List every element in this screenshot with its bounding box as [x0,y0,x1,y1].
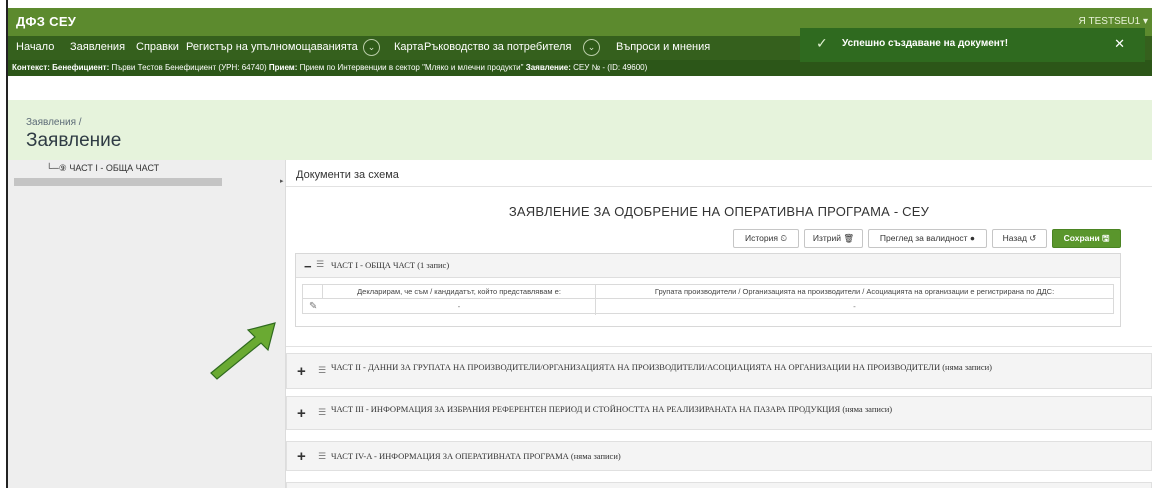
beneficiary-value: Първи Тестов Бенефициент (УРН: 64740) [111,63,267,72]
part-2-title: ЧАСТ II - ДАННИ ЗА ГРУПАТА НА ПРОИЗВОДИТ… [331,362,992,372]
user-guide-dropdown-icon[interactable]: ⌄ [583,39,600,56]
beneficiary-label: Бенефициент: [52,63,110,72]
context-label: Контекст: [12,63,50,72]
part-1-header[interactable]: − ☰ ЧАСТ I - ОБЩА ЧАСТ (1 запис) [296,254,1120,278]
part-1-title: ЧАСТ I - ОБЩА ЧАСТ (1 запис) [331,260,450,270]
table-header-edit [303,285,323,299]
header-gap [8,76,1152,100]
application-value: СЕУ № - (ID: 49600) [573,63,648,72]
nav-authorizations[interactable]: Регистър на упълномощаванията [186,41,358,53]
save-button[interactable]: Сохрани 🖫 [1052,229,1121,248]
history-button[interactable]: История ⏲ [733,229,799,248]
reception-label: Прием: [268,63,298,72]
breadcrumb[interactable]: Заявления / [26,117,82,128]
application-label: Заявление: [525,63,571,72]
nav-reports[interactable]: Справки [136,41,179,53]
close-icon[interactable]: ✕ [1114,36,1125,52]
context-bar: Контекст: Бенефициент: Първи Тестов Бене… [8,60,1152,76]
part-3-title: ЧАСТ III - ИНФОРМАЦИЯ ЗА ИЗБРАНИЯ РЕФЕРЕ… [331,404,893,414]
next-part-panel[interactable] [286,482,1152,488]
part-4a-title: ЧАСТ IV-A - ИНФОРМАЦИЯ ЗА ОПЕРАТИВНАТА П… [331,451,621,461]
part-1-table: Декларирам, че съм / кандидатът, който п… [302,284,1114,315]
table-cell-vat: - [853,302,856,311]
table-header-vat: Групата производители / Организацията на… [596,285,1113,299]
nav-map[interactable]: Карта [394,41,423,53]
toast-message: Успешно създаване на документ! [842,38,1009,49]
nav-applications[interactable]: Заявления [70,41,125,53]
app-brand[interactable]: ДФЗ СЕУ [16,14,76,29]
green-arrow-annotation [210,322,276,380]
list-icon: ☰ [318,451,327,461]
table-header-declaration: Декларирам, че съм / кандидатът, който п… [323,285,596,299]
expand-icon[interactable]: + [297,448,306,465]
part-1-panel: − ☰ ЧАСТ I - ОБЩА ЧАСТ (1 запис) Деклари… [295,253,1121,327]
list-icon: ☰ [318,407,327,417]
application-form: ЗАЯВЛЕНИЕ ЗА ОДОБРЕНИЕ НА ОПЕРАТИВНА ПРО… [286,187,1152,347]
part-2-panel[interactable]: + ☰ ЧАСТ II - ДАННИ ЗА ГРУПАТА НА ПРОИЗВ… [286,353,1152,389]
authorizations-dropdown-icon[interactable]: ⌄ [363,39,380,56]
schema-documents-label: Документи за схема [296,169,399,181]
success-toast: ✓ Успешно създаване на документ! ✕ [800,28,1145,62]
nav-home[interactable]: Начало [16,41,54,53]
user-menu[interactable]: Я TESTSEU1 ▾ [1079,16,1148,27]
part-3-panel[interactable]: + ☰ ЧАСТ III - ИНФОРМАЦИЯ ЗА ИЗБРАНИЯ РЕ… [286,396,1152,430]
validity-check-button[interactable]: Преглед за валидност ● [868,229,987,248]
edit-pencil-icon[interactable]: ✎ [309,301,317,312]
nav-questions[interactable]: Въпроси и мнения [616,41,710,53]
delete-button[interactable]: Изтрий 🗑 [804,229,863,248]
part-4a-panel[interactable]: + ☰ ЧАСТ IV-A - ИНФОРМАЦИЯ ЗА ОПЕРАТИВНА… [286,441,1152,471]
reception-value: Прием по Интервенции в сектор "Мляко и м… [299,63,524,72]
tree-scrollbar[interactable] [14,178,222,186]
expand-icon[interactable]: + [297,405,306,422]
main-content: Документи за схема ЗАЯВЛЕНИЕ ЗА ОДОБРЕНИ… [286,160,1152,488]
arrow-shape [210,322,276,380]
nav-user-guide[interactable]: Ръководство за потребителя [424,41,571,53]
page-header: Заявления / Заявление [8,100,1152,160]
table-cell-declaration: - [323,299,596,315]
back-button[interactable]: Назад ↺ [992,229,1047,248]
list-icon: ☰ [316,259,325,269]
form-title: ЗАЯВЛЕНИЕ ЗА ОДОБРЕНИЕ НА ОПЕРАТИВНА ПРО… [508,204,930,219]
expand-icon[interactable]: + [297,363,306,380]
page-title: Заявление [26,130,122,151]
check-icon: ✓ [816,35,828,51]
tree-item-part-1[interactable]: └─⑨ ЧАСТ I - ОБЩА ЧАСТ [46,163,159,174]
list-icon: ☰ [318,365,327,375]
collapse-icon[interactable]: − [304,259,312,274]
scroll-right-icon[interactable]: ▸ [280,177,284,185]
